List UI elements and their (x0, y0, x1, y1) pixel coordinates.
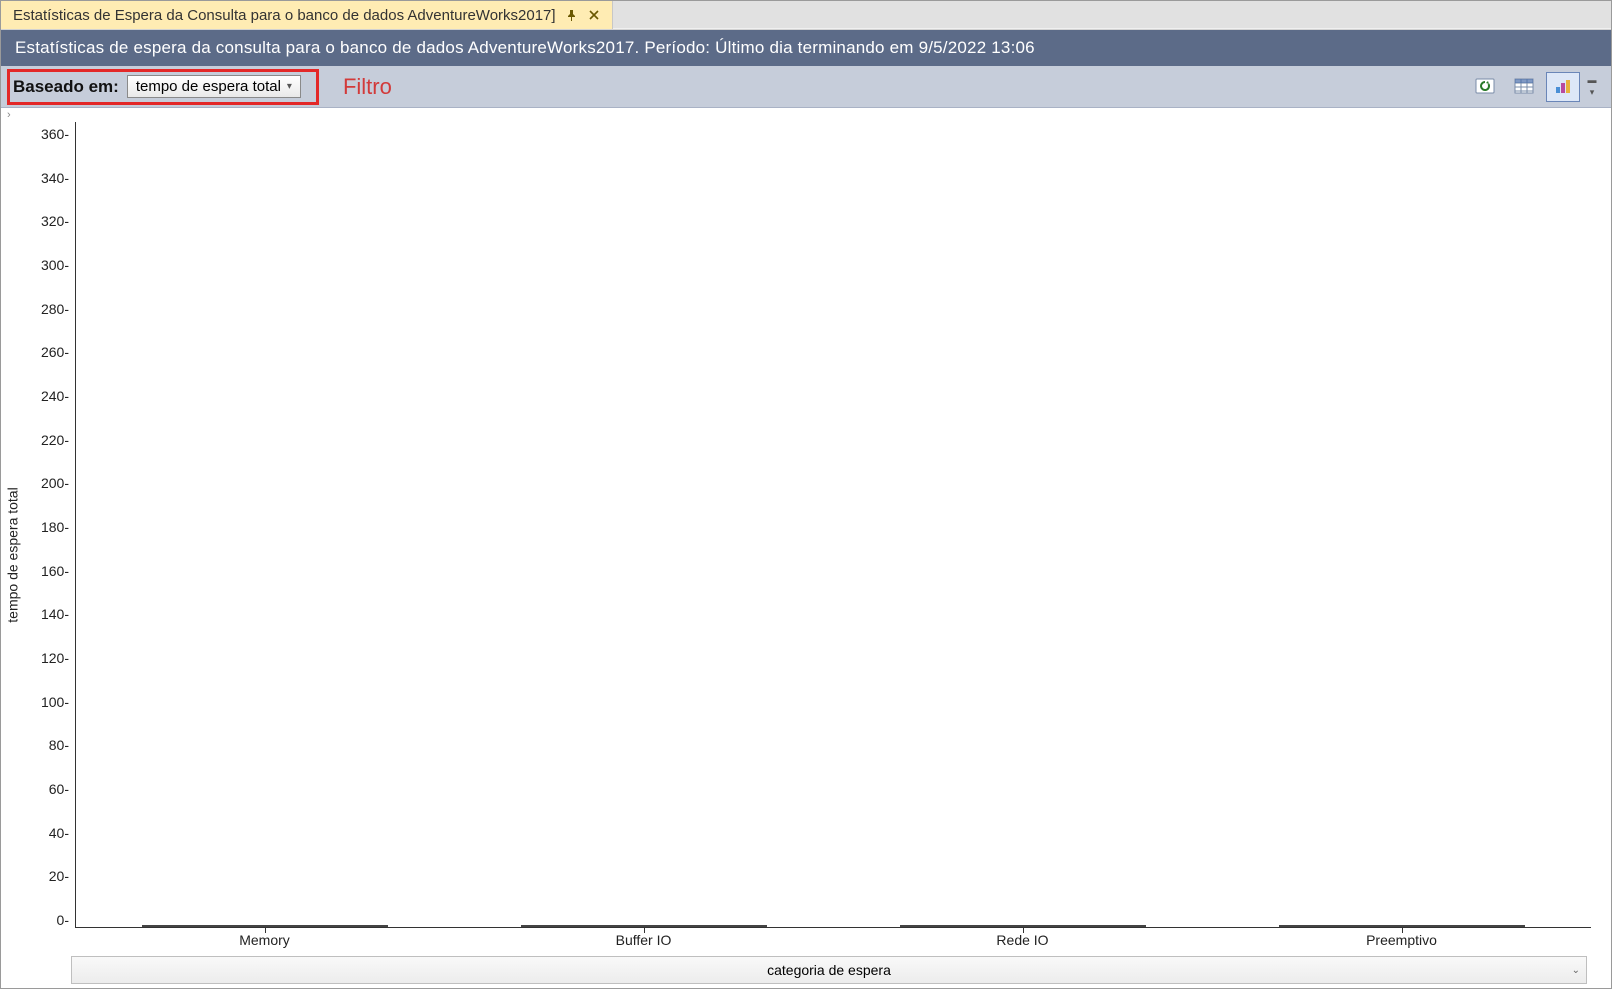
y-tick: 60- (49, 781, 69, 797)
bar-rede-io[interactable] (900, 925, 1146, 927)
bar-cell (455, 925, 834, 927)
chevron-down-icon: ⌄ (1572, 965, 1580, 976)
overflow-caret-icon: ▾ (1590, 87, 1595, 98)
pin-icon[interactable] (566, 9, 578, 21)
y-tick: 200- (41, 475, 69, 491)
grid-icon (1514, 78, 1534, 96)
plot-area (75, 122, 1591, 928)
based-on-value: tempo de espera total (136, 78, 281, 95)
based-on-select[interactable]: tempo de espera total ▾ (127, 75, 301, 98)
y-tick: 180- (41, 519, 69, 535)
bar-cell (1212, 925, 1591, 927)
y-tick: 80- (49, 737, 69, 753)
tab-title: Estatísticas de Espera da Consulta para … (13, 7, 556, 24)
y-tick: 280- (41, 301, 69, 317)
title-text: Estatísticas de espera da consulta para … (15, 38, 1035, 58)
filter-annotation: Filtro (343, 74, 392, 100)
document-tab[interactable]: Estatísticas de Espera da Consulta para … (1, 1, 613, 29)
bar-preemptivo[interactable] (1279, 925, 1525, 927)
y-tick: 20- (49, 868, 69, 884)
toolbar-right: ▬ ▾ (1468, 72, 1599, 102)
x-axis-label-box[interactable]: categoria de espera ⌄ (71, 956, 1587, 984)
y-tick: 220- (41, 432, 69, 448)
x-axis-label-row: categoria de espera ⌄ (71, 956, 1587, 984)
y-tick: 360- (41, 126, 69, 142)
y-axis-label: tempo de espera total (5, 487, 21, 622)
y-tick: 40- (49, 825, 69, 841)
y-tick: 0- (57, 912, 69, 928)
based-on-label: Baseado em: (13, 77, 119, 97)
chart-body: tempo de espera total 360- 340- 320- 300- 28… (1, 122, 1611, 988)
bar-buffer-io[interactable] (521, 925, 767, 927)
y-tick: 240- (41, 388, 69, 404)
y-tick: 160- (41, 563, 69, 579)
title-bar: Estatísticas de espera da consulta para … (1, 30, 1611, 66)
refresh-icon (1475, 78, 1495, 96)
y-tick: 300- (41, 257, 69, 273)
collapse-handle[interactable]: › (1, 108, 1611, 122)
plot-row: 360- 340- 320- 300- 280- 260- 240- 220- 200- 180-… (25, 122, 1591, 928)
app-root: Estatísticas de Espera da Consulta para … (0, 0, 1612, 989)
y-tick: 340- (41, 170, 69, 186)
chevron-down-icon: ▾ (287, 81, 292, 92)
close-icon[interactable] (588, 9, 600, 21)
bar-cell (76, 925, 455, 927)
bars-container (76, 122, 1591, 927)
y-tick: 140- (41, 606, 69, 622)
chart-view-button[interactable] (1546, 72, 1580, 102)
grid-view-button[interactable] (1507, 72, 1541, 102)
refresh-button[interactable] (1468, 72, 1502, 102)
y-tick: 120- (41, 650, 69, 666)
chart-area: › tempo de espera total 360- 340- 320- 300-… (1, 108, 1611, 988)
y-tick: 100- (41, 694, 69, 710)
bar-cell (834, 925, 1213, 927)
toolbar: Baseado em: tempo de espera total ▾ Filt… (1, 66, 1611, 108)
y-axis-ticks: 360- 340- 320- 300- 280- 260- 240- 220- 200- 180-… (25, 122, 75, 928)
bar-memory[interactable] (142, 925, 388, 927)
toolbar-overflow[interactable]: ▬ ▾ (1585, 72, 1599, 102)
x-axis-ticks: MemoryBuffer IORede IOPreemptivo (75, 928, 1591, 956)
bar-chart-icon (1553, 78, 1573, 96)
y-tick: 320- (41, 213, 69, 229)
y-tick: 260- (41, 344, 69, 360)
plot-column: 360- 340- 320- 300- 280- 260- 240- 220- 200- 180-… (25, 122, 1611, 988)
x-axis-label: categoria de espera (767, 962, 891, 978)
tab-bar: Estatísticas de Espera da Consulta para … (1, 1, 1611, 30)
overflow-line-icon: ▬ (1588, 75, 1597, 85)
y-axis-label-container: tempo de espera total (1, 122, 25, 988)
